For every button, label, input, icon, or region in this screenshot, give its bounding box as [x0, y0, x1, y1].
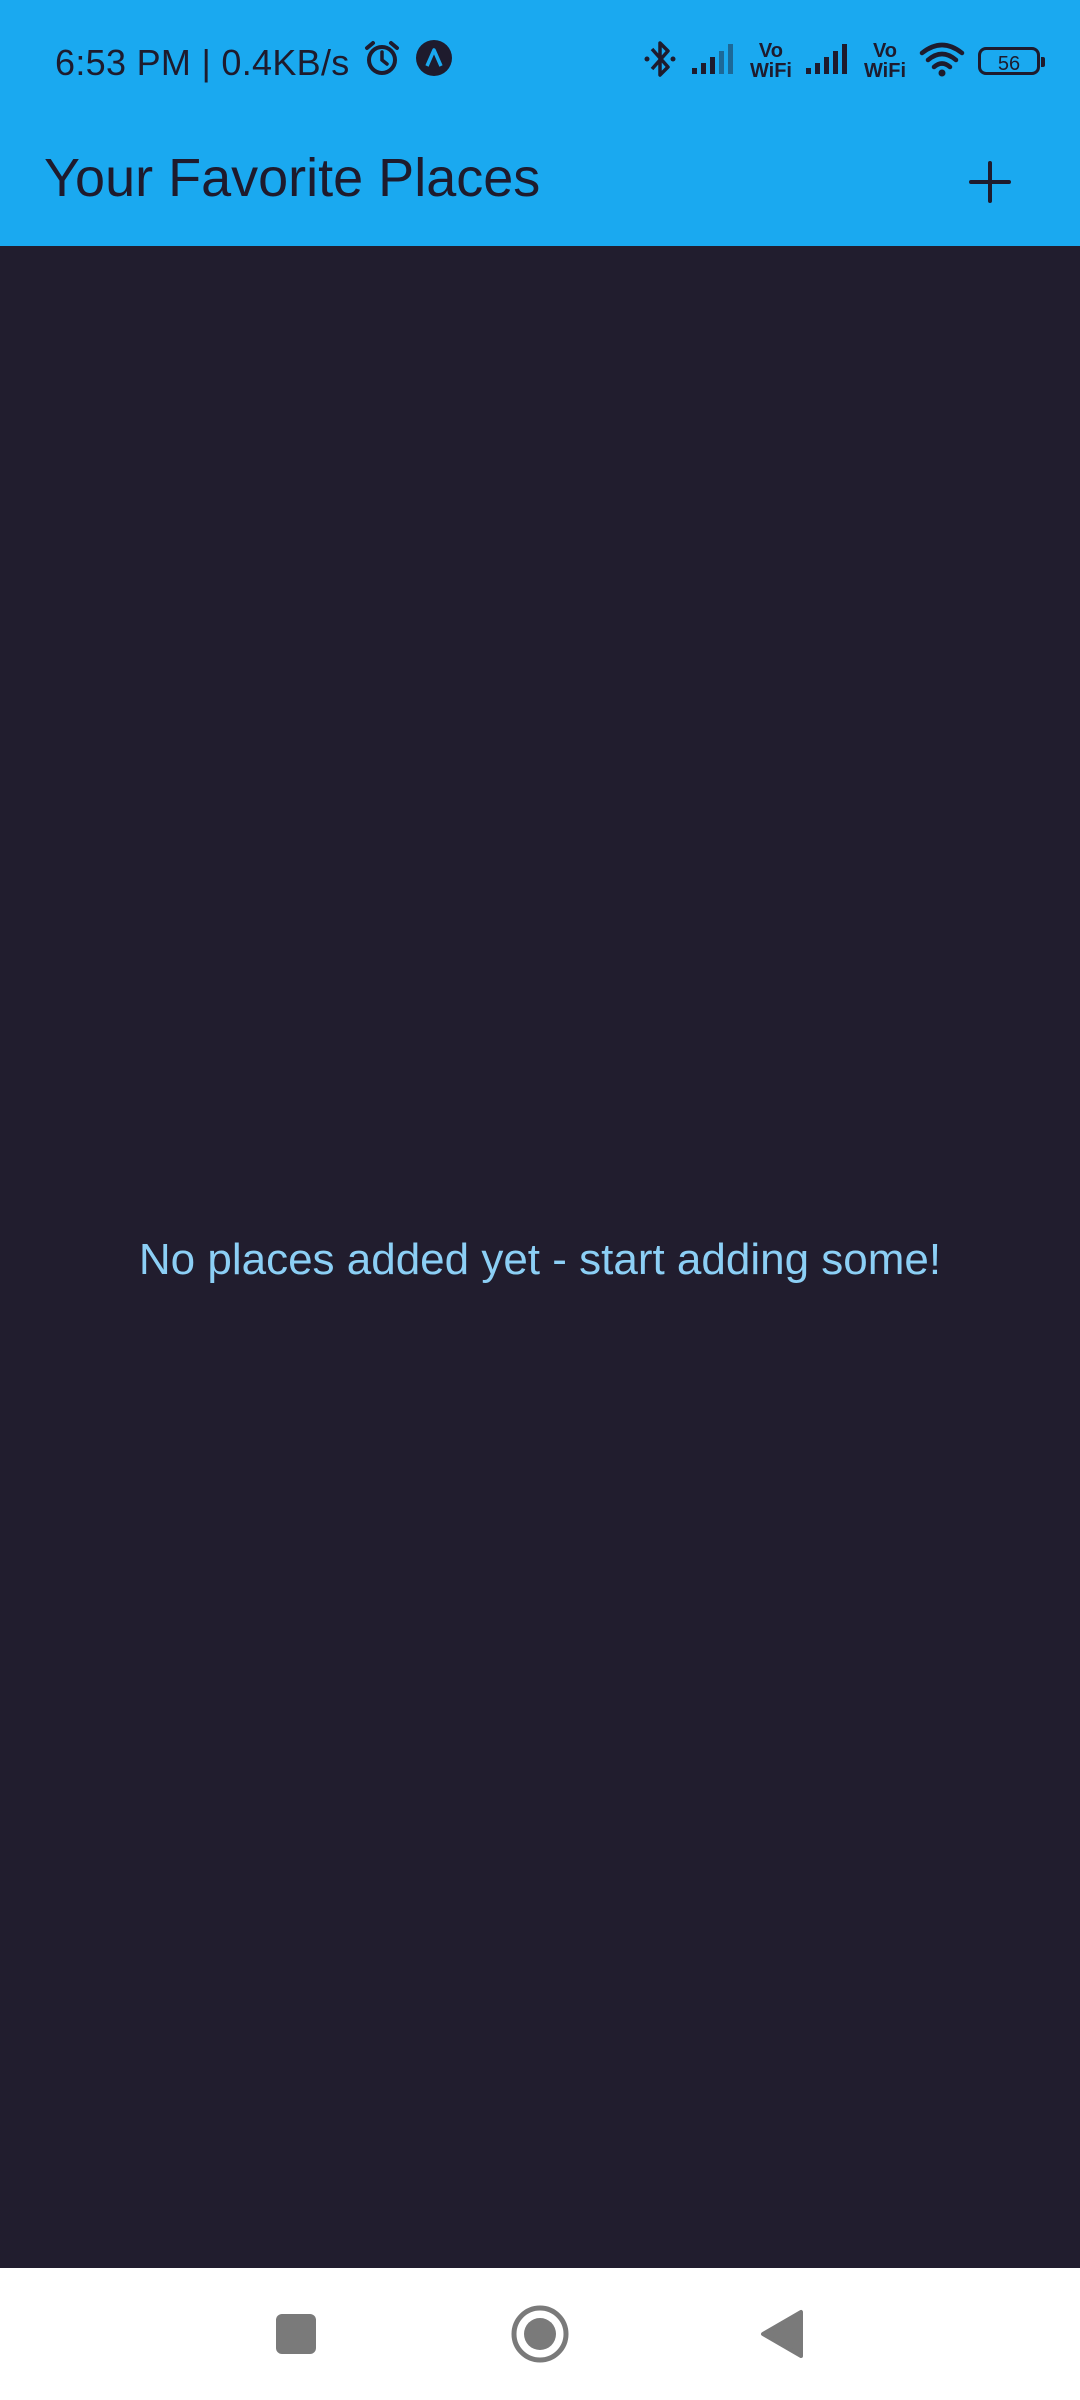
signal-icon: [804, 42, 852, 81]
status-time: 6:53 PM | 0.4KB/s: [55, 41, 350, 83]
page-title: Your Favorite Places: [44, 148, 541, 208]
vowifi-bottom-1: WiFi: [749, 60, 792, 82]
home-button[interactable]: [504, 2298, 576, 2370]
signal-icon: [690, 42, 738, 81]
vowifi-top-1: Vo: [758, 40, 783, 62]
status-time-area: 6:53 PM | 0.4KB/s: [55, 38, 454, 87]
battery-level: 56: [997, 53, 1021, 75]
status-icons: Vo WiFi Vo WiFi 56: [642, 34, 1045, 88]
recents-icon: [276, 2314, 316, 2354]
status-bar: 6:53 PM | 0.4KB/s Vo WiFi Vo WiFi 56: [0, 0, 1080, 122]
plus-icon: [969, 161, 1011, 203]
recents-button[interactable]: [260, 2298, 332, 2370]
add-place-button[interactable]: [950, 142, 1030, 222]
back-button[interactable]: [746, 2298, 818, 2370]
vowifi-label-1: Vo WiFi: [750, 41, 792, 81]
empty-state-message: No places added yet - start adding some!: [138, 1235, 942, 1284]
back-icon: [761, 2310, 803, 2358]
vowifi-bottom-2: WiFi: [863, 60, 906, 82]
vowifi-label-2: Vo WiFi: [864, 41, 906, 81]
app-notification-icon: [414, 38, 454, 87]
app-bar: Your Favorite Places: [0, 122, 1080, 246]
wifi-icon: [918, 39, 966, 84]
bluetooth-icon: [642, 37, 678, 86]
battery-icon: 56: [978, 47, 1045, 75]
alarm-icon: [362, 38, 402, 87]
vowifi-top-2: Vo: [872, 40, 898, 62]
system-nav-bar: [0, 2268, 1080, 2400]
home-icon: [511, 2305, 569, 2363]
